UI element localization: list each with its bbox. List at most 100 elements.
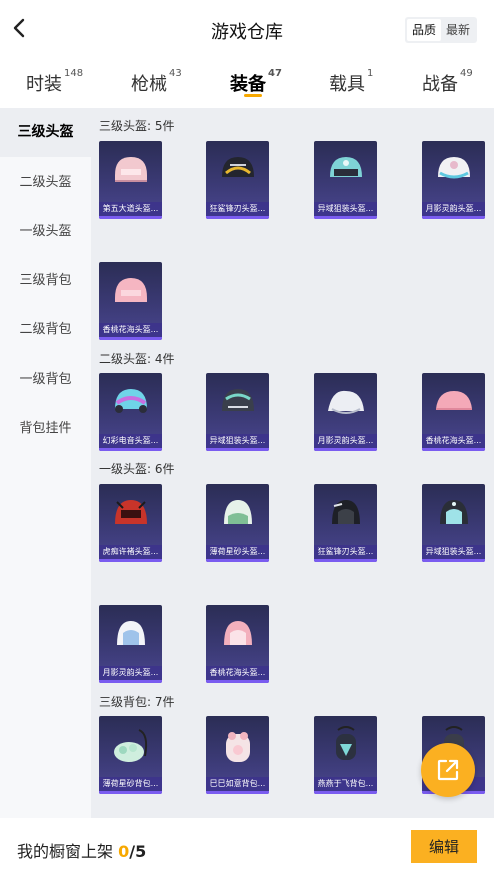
item-card[interactable]: 巳巳如意背包... — [206, 716, 269, 794]
helmet-icon — [222, 157, 254, 177]
item-card[interactable]: 幻彩电音头盔... — [99, 373, 162, 451]
helmet-icon — [117, 621, 145, 645]
sort-option-latest[interactable]: 最新 — [441, 19, 475, 41]
item-name: 薄荷星砂头盔... — [206, 545, 269, 559]
item-name: 月影灵韵头盔... — [314, 434, 377, 448]
rarity-stripe — [206, 448, 269, 451]
item-card[interactable]: 异域狙装头盔... — [422, 484, 485, 562]
share-button[interactable] — [421, 743, 475, 797]
tab-label: 时装 — [26, 74, 62, 95]
tab-count: 148 — [64, 68, 84, 79]
item-name: 第五大道头盔... — [99, 202, 162, 216]
helmet-icon — [440, 500, 468, 524]
item-grid: 三级头盔: 5件 第五大道头盔... 狂鲨锋刃头盔... 异域狙装头盔... 月… — [91, 108, 494, 818]
sidebar-item-level2-backpack[interactable]: 二级背包 — [0, 305, 91, 354]
item-name: 狂鲨锋刃头盔... — [314, 545, 377, 559]
shelf-current-count: 0 — [118, 842, 130, 861]
backpack-icon — [114, 729, 148, 762]
sidebar-item-level1-helmet[interactable]: 一级头盔 — [0, 207, 91, 256]
sidebar-item-backpack-charm[interactable]: 背包挂件 — [0, 404, 91, 453]
item-card[interactable]: 月影灵韵头盔... — [99, 605, 162, 683]
rarity-stripe — [99, 337, 162, 340]
rarity-stripe — [422, 216, 485, 219]
edit-button[interactable]: 编辑 — [411, 830, 477, 863]
helmet-icon — [224, 500, 252, 524]
shelf-label: 我的橱窗上架 — [17, 842, 114, 861]
item-name: 虎痴许褚头盔... — [99, 545, 162, 559]
external-link-icon — [437, 759, 459, 781]
tab-count: 47 — [268, 68, 282, 79]
rarity-stripe — [99, 448, 162, 451]
rarity-stripe — [99, 216, 162, 219]
rarity-stripe — [206, 680, 269, 683]
tab-label: 装备 — [230, 74, 266, 95]
top-bar: 游戏仓库 品质 最新 — [0, 0, 494, 58]
item-card[interactable]: 月影灵韵头盔... — [422, 141, 485, 219]
item-name: 异域狙装头盔... — [422, 545, 485, 559]
item-card[interactable]: 狂鲨锋刃头盔... — [206, 141, 269, 219]
rarity-stripe — [314, 559, 377, 562]
item-card[interactable]: 第五大道头盔... — [99, 141, 162, 219]
item-card[interactable]: 香桃花海头盔... — [206, 605, 269, 683]
helmet-icon — [436, 391, 472, 410]
item-name: 香桃花海头盔... — [99, 323, 162, 337]
section-title: 三级头盔: 5件 — [99, 119, 175, 133]
sidebar-item-level2-helmet[interactable]: 二级头盔 — [0, 158, 91, 207]
rarity-stripe — [314, 448, 377, 451]
sidebar-item-level3-backpack[interactable]: 三级背包 — [0, 256, 91, 305]
sort-option-quality[interactable]: 品质 — [407, 19, 441, 41]
item-card[interactable]: 香桃花海头盔... — [99, 262, 162, 340]
item-card[interactable]: 虎痴许褚头盔... — [99, 484, 162, 562]
backpack-icon — [336, 726, 356, 760]
sort-toggle: 品质 最新 — [405, 17, 477, 43]
sidebar-item-level3-helmet[interactable]: 三级头盔 — [0, 108, 91, 157]
item-card[interactable]: 异域狙装头盔... — [206, 373, 269, 451]
rarity-stripe — [99, 680, 162, 683]
item-name: 巳巳如意背包... — [206, 777, 269, 791]
rarity-stripe — [314, 216, 377, 219]
tab-weapons[interactable]: 枪械43 — [131, 68, 182, 96]
item-card[interactable]: 月影灵韵头盔... — [314, 373, 377, 451]
rarity-stripe — [99, 559, 162, 562]
tab-count: 49 — [460, 68, 473, 79]
rarity-stripe — [422, 448, 485, 451]
helmet-icon — [222, 389, 254, 411]
shelf-status: 我的橱窗上架 0/5 — [17, 838, 146, 862]
rarity-stripe — [99, 791, 162, 794]
helmet-icon — [115, 157, 147, 182]
item-card[interactable]: 异域狙装头盔... — [314, 141, 377, 219]
item-card[interactable]: 薄荷星砂背包... — [99, 716, 162, 794]
tab-vehicles[interactable]: 载具1 — [329, 68, 373, 96]
item-card[interactable]: 薄荷星砂头盔... — [206, 484, 269, 562]
section-title: 二级头盔: 4件 — [99, 352, 175, 366]
tab-label: 战备 — [422, 74, 458, 95]
rarity-stripe — [206, 559, 269, 562]
active-tab-indicator — [244, 94, 262, 97]
item-name: 异域狙装头盔... — [206, 434, 269, 448]
item-name: 香桃花海头盔... — [422, 434, 485, 448]
category-tabs: 时装148 枪械43 装备47 载具1 战备49 — [0, 60, 494, 106]
helmet-icon — [328, 390, 364, 414]
item-card[interactable]: 香桃花海头盔... — [422, 373, 485, 451]
sidebar-item-level1-backpack[interactable]: 一级背包 — [0, 355, 91, 404]
item-name: 月影灵韵头盔... — [422, 202, 485, 216]
helmet-icon — [224, 621, 252, 645]
tab-fashion[interactable]: 时装148 — [26, 68, 84, 96]
tab-count: 43 — [169, 68, 182, 79]
tab-label: 枪械 — [131, 74, 167, 95]
helmet-icon — [332, 500, 360, 524]
backpack-icon — [226, 732, 250, 762]
item-card[interactable]: 狂鲨锋刃头盔... — [314, 484, 377, 562]
item-name: 异域狙装头盔... — [314, 202, 377, 216]
tab-equipment[interactable]: 装备47 — [230, 68, 282, 96]
rarity-stripe — [206, 791, 269, 794]
helmet-icon — [115, 500, 147, 524]
helmet-icon — [115, 389, 147, 413]
item-name: 月影灵韵头盔... — [99, 666, 162, 680]
item-card[interactable]: 燕燕于飞背包... — [314, 716, 377, 794]
bottom-bar: 我的橱窗上架 0/5 编辑 — [0, 818, 494, 875]
rarity-stripe — [422, 559, 485, 562]
shelf-total-count: /5 — [129, 842, 147, 861]
item-name: 幻彩电音头盔... — [99, 434, 162, 448]
tab-supplies[interactable]: 战备49 — [422, 68, 473, 96]
